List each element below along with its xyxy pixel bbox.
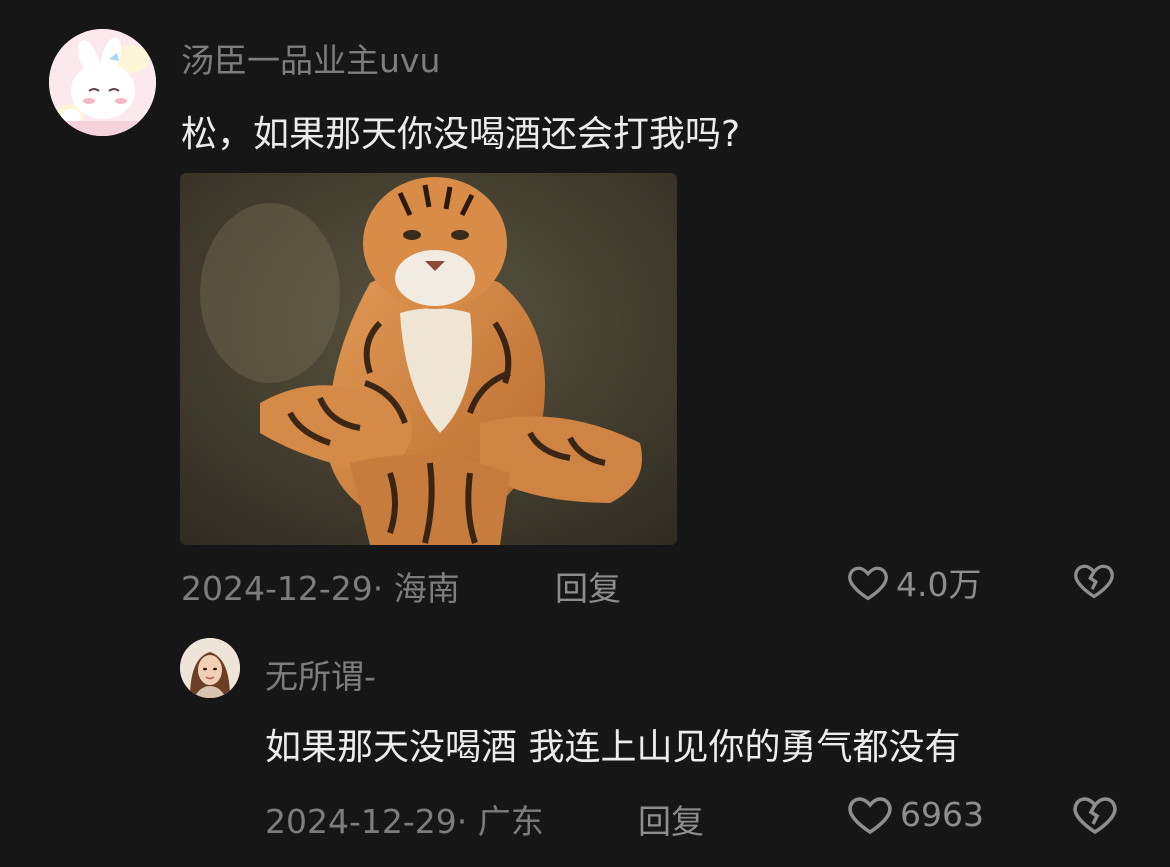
avatar-bunny[interactable] <box>49 29 156 136</box>
separator: · <box>456 802 468 841</box>
reply-username[interactable]: 无所谓- <box>265 650 376 698</box>
like-button[interactable]: 6963 <box>846 790 984 838</box>
person-avatar-icon <box>180 638 240 698</box>
broken-heart-icon <box>1074 564 1114 599</box>
like-count: 6963 <box>900 794 984 834</box>
like-count: 4.0万 <box>896 565 982 604</box>
broken-heart-icon <box>1073 797 1117 835</box>
dislike-button[interactable] <box>1071 790 1119 842</box>
comment-date-location: 2024-12-29· 海南 <box>181 562 460 610</box>
heart-icon <box>848 797 892 835</box>
comment-1: 汤臣一品业主uvu 松，如果那天你没喝酒还会打我吗? 2024-12-29· 海… <box>0 0 1170 610</box>
reply-date: 2024-12-29 <box>265 802 457 841</box>
comment-date: 2024-12-29 <box>181 569 373 608</box>
reply-location: 广东 <box>477 802 544 841</box>
comment-location: 海南 <box>393 569 460 608</box>
comment-image[interactable] <box>180 173 677 545</box>
dislike-button[interactable] <box>1071 558 1117 606</box>
reply-button[interactable]: 回复 <box>555 562 621 610</box>
reply-date-location: 2024-12-29· 广东 <box>265 795 544 843</box>
bunny-avatar-icon <box>49 29 156 136</box>
heart-icon <box>848 566 888 601</box>
reply-button[interactable]: 回复 <box>638 795 704 843</box>
comment-2: 无所谓- 如果那天没喝酒 我连上山见你的勇气都没有 2024-12-29· 广东… <box>0 610 1170 867</box>
like-button[interactable]: 4.0万 <box>846 558 981 606</box>
separator: · <box>372 569 384 608</box>
avatar-girl[interactable] <box>180 638 240 698</box>
reply-text: 如果那天没喝酒 我连上山见你的勇气都没有 <box>265 727 961 768</box>
comment-text: 松，如果那天你没喝酒还会打我吗? <box>181 114 741 155</box>
comment-username[interactable]: 汤臣一品业主uvu <box>181 34 440 82</box>
tiger-sitting-image-icon <box>180 173 677 545</box>
